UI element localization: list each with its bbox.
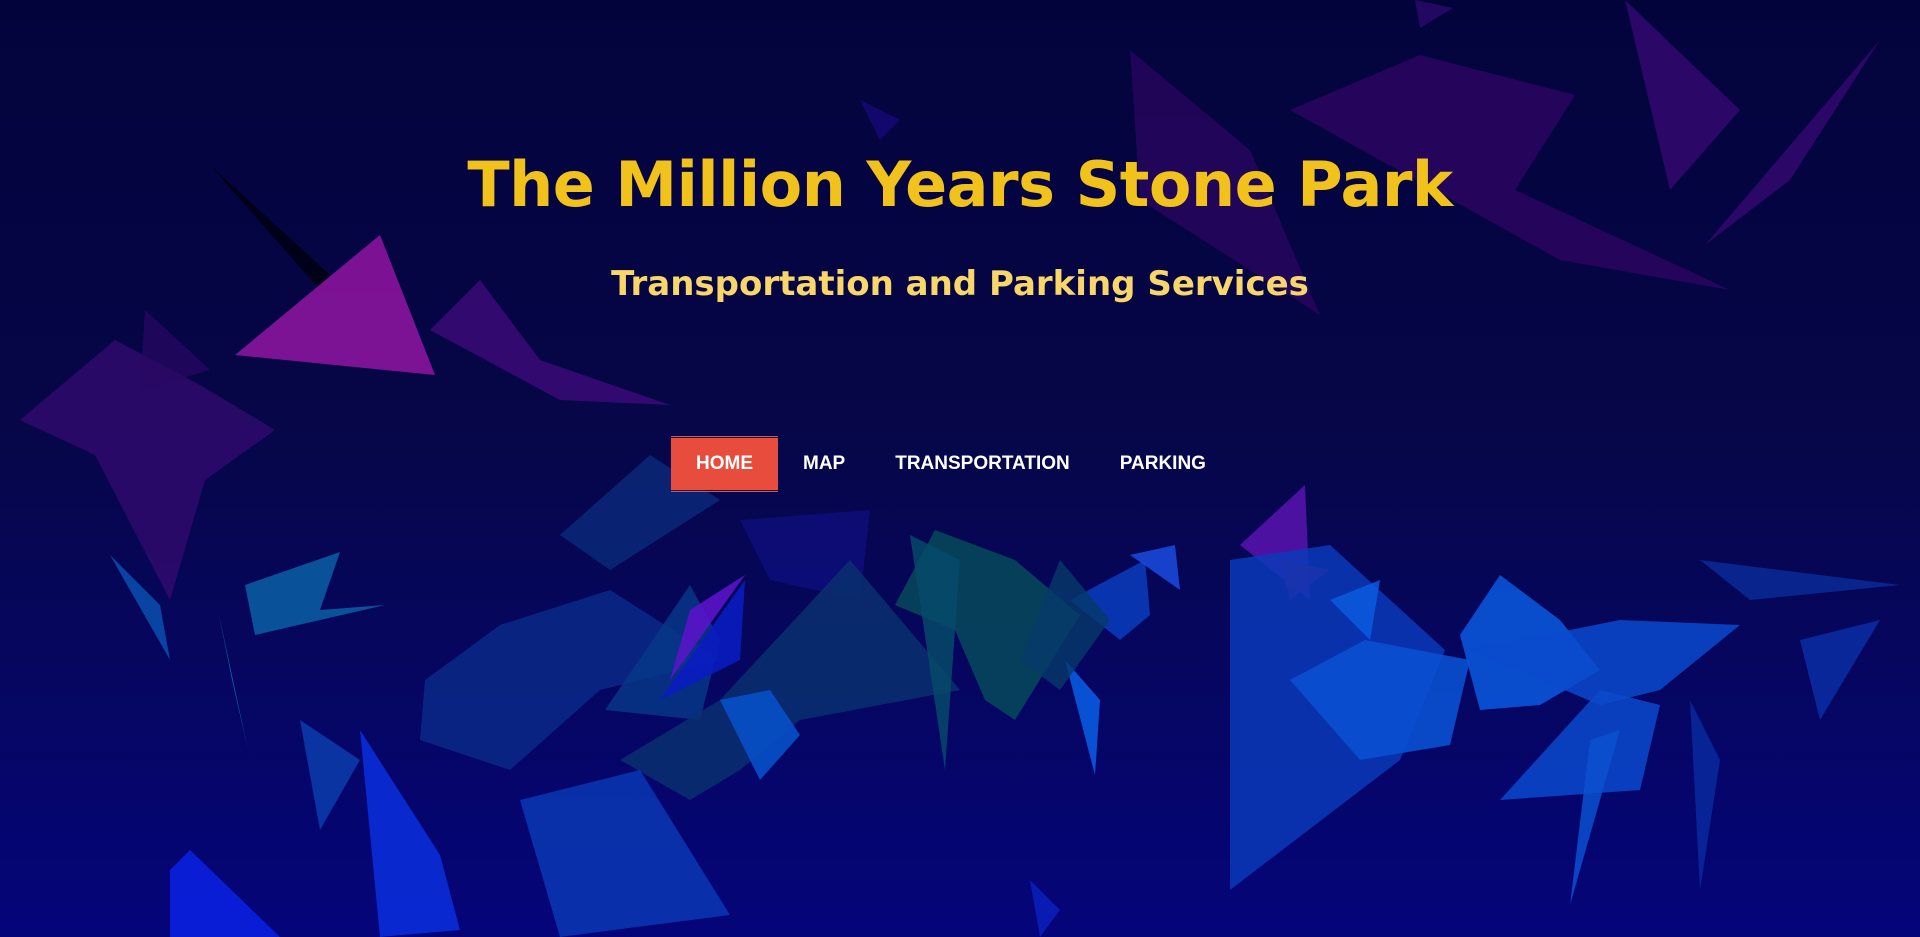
nav-item-parking[interactable]: PARKING <box>1095 438 1231 490</box>
nav-item-home[interactable]: HOME <box>671 436 778 492</box>
page-title: The Million Years Stone Park <box>467 148 1453 221</box>
nav-item-transportation[interactable]: TRANSPORTATION <box>870 438 1095 490</box>
nav-item-map[interactable]: MAP <box>778 438 870 490</box>
hero-section: The Million Years Stone Park Transportat… <box>0 0 1920 937</box>
page-subtitle: Transportation and Parking Services <box>611 264 1309 304</box>
main-nav: HOME MAP TRANSPORTATION PARKING <box>671 436 1231 492</box>
